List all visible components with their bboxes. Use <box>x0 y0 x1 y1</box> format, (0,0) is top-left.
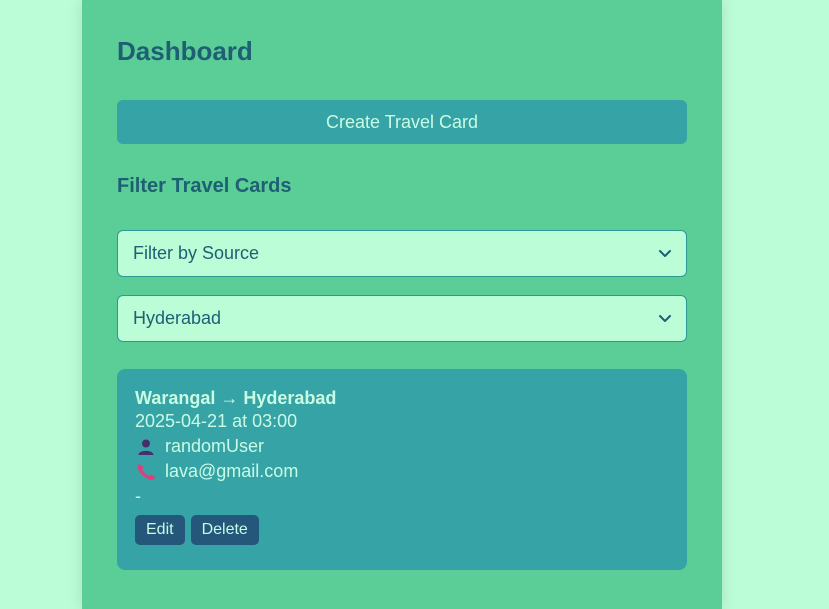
travel-card-datetime: 2025-04-21 at 03:00 <box>135 411 298 431</box>
chevron-down-icon <box>659 313 671 325</box>
travel-card-actions: Edit Delete <box>135 515 669 545</box>
filter-source-value: Filter by Source <box>133 243 260 263</box>
travel-card-user: randomUser <box>165 436 265 456</box>
filter-destination-value: Hyderabad <box>133 308 222 328</box>
travel-card-route: Warangal → Hyderabad <box>135 388 337 408</box>
create-travel-card-button[interactable]: Create Travel Card <box>117 100 687 144</box>
travel-card-contact: lava@gmail.com <box>165 461 299 481</box>
filter-destination-select[interactable]: Hyderabad <box>117 295 687 342</box>
travel-card-note: - <box>135 486 141 506</box>
edit-button[interactable]: Edit <box>135 515 185 545</box>
dashboard-panel: Dashboard Create Travel Card Filter Trav… <box>82 0 722 609</box>
filter-heading: Filter Travel Cards <box>117 175 292 197</box>
user-icon <box>135 437 157 457</box>
page-title: Dashboard <box>117 36 253 66</box>
phone-icon <box>135 462 157 482</box>
travel-card: Warangal → Hyderabad 2025-04-21 at 03:00… <box>117 369 687 570</box>
travel-card-contact-row: lava@gmail.com <box>135 459 669 484</box>
travel-card-user-row: randomUser <box>135 434 669 459</box>
filter-source-select[interactable]: Filter by Source <box>117 230 687 277</box>
chevron-down-icon <box>659 248 671 260</box>
delete-button[interactable]: Delete <box>190 515 259 545</box>
